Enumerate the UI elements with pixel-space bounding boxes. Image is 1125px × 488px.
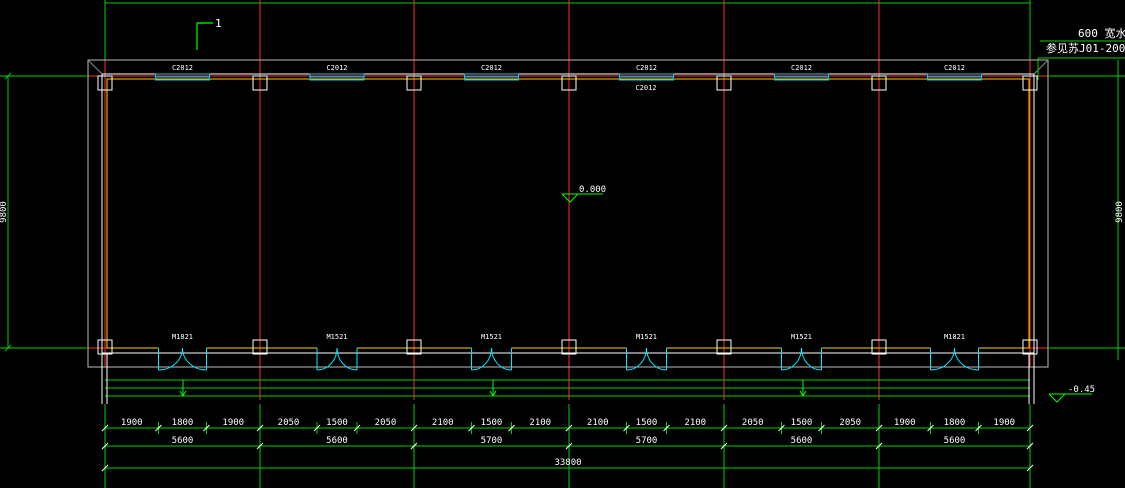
dimension-value: 2050 xyxy=(839,418,861,428)
dimension-value: 1900 xyxy=(894,418,916,428)
door-label: M1521 xyxy=(636,333,657,341)
window-label: C2012 xyxy=(791,64,812,72)
dimension-value: 1500 xyxy=(481,418,503,428)
dimension-value: 1900 xyxy=(121,418,143,428)
dimension-value: 5600 xyxy=(326,436,348,446)
window-label: C2012 xyxy=(481,64,502,72)
floor-level-label: 0.000 xyxy=(579,185,606,195)
door-label: M1521 xyxy=(326,333,347,341)
dimension-value: 1500 xyxy=(326,418,348,428)
outdoor-level-label: -0.45 xyxy=(1068,385,1095,395)
dimension-value: 2100 xyxy=(684,418,706,428)
dimension-value: 5600 xyxy=(791,436,813,446)
dimension-value: 5600 xyxy=(172,436,194,446)
dimension-value: 2050 xyxy=(375,418,397,428)
door-label: M1521 xyxy=(791,333,812,341)
dimension-value: 2100 xyxy=(587,418,609,428)
dimension-value: 1900 xyxy=(993,418,1015,428)
dimension-value: 5700 xyxy=(636,436,658,446)
dimension-value: 2050 xyxy=(278,418,300,428)
dimension-value: 2050 xyxy=(742,418,764,428)
window-label: C2012 xyxy=(636,64,657,72)
dimension-value: 2100 xyxy=(432,418,454,428)
window-label: C2012 xyxy=(172,64,193,72)
floor-plan-drawing: C2012 C2012 C2012 C2012 C2012 C2012 C2012 M182… xyxy=(0,0,1125,488)
door-label: M1821 xyxy=(944,333,965,341)
window-label: C2012 xyxy=(944,64,965,72)
dimension-value: 5600 xyxy=(944,436,966,446)
dimension-total: 33800 xyxy=(554,458,581,468)
dimension-value: 1800 xyxy=(172,418,194,428)
dimension-value: 1800 xyxy=(944,418,966,428)
dimension-value: 5700 xyxy=(481,436,503,446)
note-line-2: 参见苏J01-2005-11- xyxy=(1046,41,1125,55)
dimension-value: 1500 xyxy=(791,418,813,428)
door-label: M1821 xyxy=(172,333,193,341)
dimension-value: 2100 xyxy=(529,418,551,428)
note-line-1: 600 宽水泥 xyxy=(1078,26,1125,40)
right-clipped-dimension: 9800 xyxy=(1115,201,1125,223)
window-label: C2012 xyxy=(326,64,347,72)
door-label: M1521 xyxy=(481,333,502,341)
window-label: C2012 xyxy=(635,84,656,92)
dimension-value: 1500 xyxy=(636,418,658,428)
section-marker-label: 1 xyxy=(215,17,222,30)
left-dimension-label: 9800 xyxy=(0,201,9,223)
dimension-value: 1900 xyxy=(222,418,244,428)
